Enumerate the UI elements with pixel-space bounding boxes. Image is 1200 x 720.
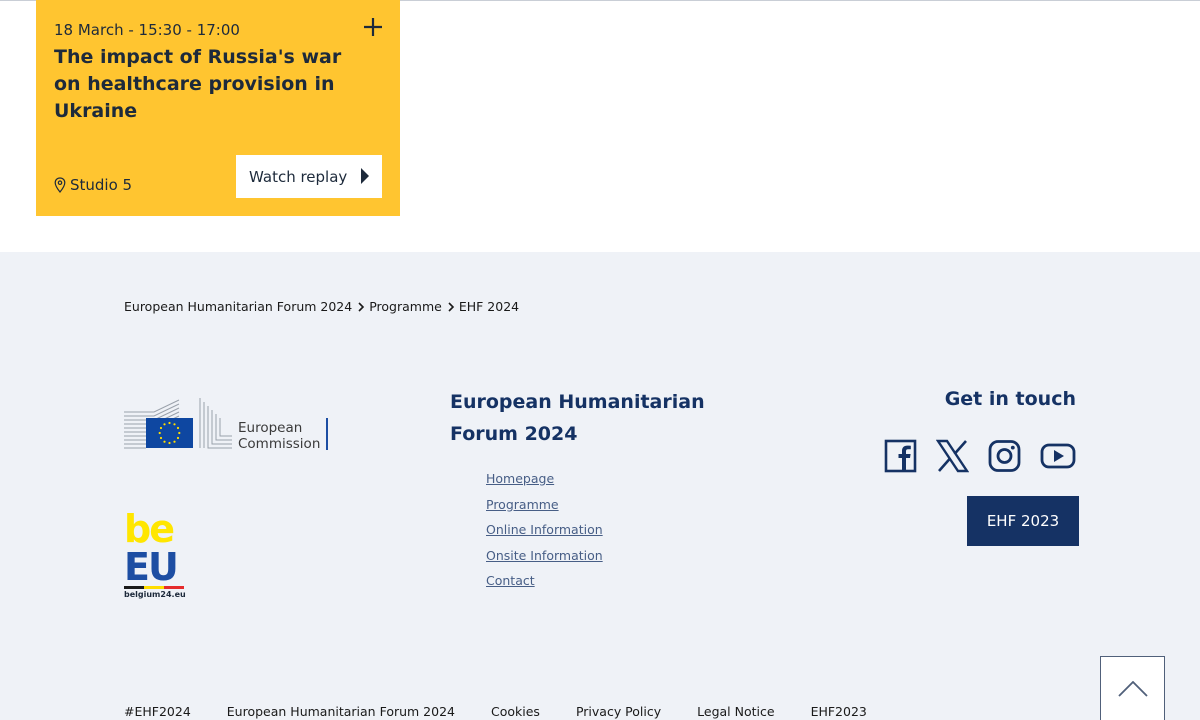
plus-icon[interactable] [362,16,384,38]
footer-link-contact[interactable]: Contact [486,573,535,588]
facebook-icon[interactable] [884,439,917,473]
get-in-touch-heading: Get in touch [944,388,1076,410]
event-title: The impact of Russia's war on healthcare… [54,46,342,122]
watch-replay-button[interactable]: Watch replay [236,155,382,198]
bottom-link-forum[interactable]: European Humanitarian Forum 2024 [227,704,455,719]
footer-bottom-links: #EHF2024 European Humanitarian Forum 202… [124,704,867,719]
bottom-link-cookies[interactable]: Cookies [491,704,540,719]
ec-wordmark-line1: European [238,420,303,436]
chevron-right-icon [448,301,454,312]
beeu-eu-text: EU [124,545,179,589]
beeu-flag-stripes [124,586,184,589]
ec-logo-bar [326,418,328,450]
site-footer: European Humanitarian Forum 2024 Program… [0,252,1200,720]
breadcrumb: European Humanitarian Forum 2024 Program… [124,299,519,314]
bottom-link-privacy-policy[interactable]: Privacy Policy [576,704,661,719]
footer-link-homepage[interactable]: Homepage [486,471,554,486]
watch-replay-label: Watch replay [249,167,348,186]
event-location-label: Studio 5 [70,176,133,194]
breadcrumb-item-current: EHF 2024 [458,299,520,314]
ec-wordmark-line2: Commission [238,436,321,452]
chevron-up-icon [1117,680,1148,697]
bottom-link-legal-notice[interactable]: Legal Notice [697,704,774,719]
breadcrumb-item-home[interactable]: European Humanitarian Forum 2024 [124,299,352,314]
footer-link-list: Homepage Programme Online Information On… [486,468,603,596]
caret-right-icon [361,168,369,184]
footer-link-programme[interactable]: Programme [486,497,559,512]
beeu-url: belgium24.eu [124,590,186,599]
belgium-presidency-logo[interactable]: be EU belgium24.eu [124,510,186,602]
back-to-top-button[interactable] [1100,656,1165,720]
european-commission-wordmark: European Commission [238,420,320,452]
event-date: 18 March - 15:30 - 17:00 [54,21,240,39]
event-card: 18 March - 15:30 - 17:00 The impact of R… [36,0,400,216]
x-icon[interactable] [935,439,970,473]
footer-link-online-information[interactable]: Online Information [486,522,603,537]
youtube-icon[interactable] [1040,439,1076,473]
instagram-icon[interactable] [988,439,1021,473]
bottom-link-ehf2023[interactable]: EHF2023 [811,704,867,719]
footer-link-onsite-information[interactable]: Onsite Information [486,548,603,563]
breadcrumb-item-programme[interactable]: Programme [369,299,442,314]
beeu-be-text: be [124,507,175,551]
map-pin-icon [54,177,66,193]
ehf-2023-button[interactable]: EHF 2023 [967,496,1079,546]
bottom-link-hashtag[interactable]: #EHF2024 [124,704,191,719]
event-location: Studio 5 [54,176,132,194]
forum-title: European Humanitarian Forum 2024 [450,391,705,445]
chevron-right-icon [358,301,365,312]
social-links [884,439,1076,473]
